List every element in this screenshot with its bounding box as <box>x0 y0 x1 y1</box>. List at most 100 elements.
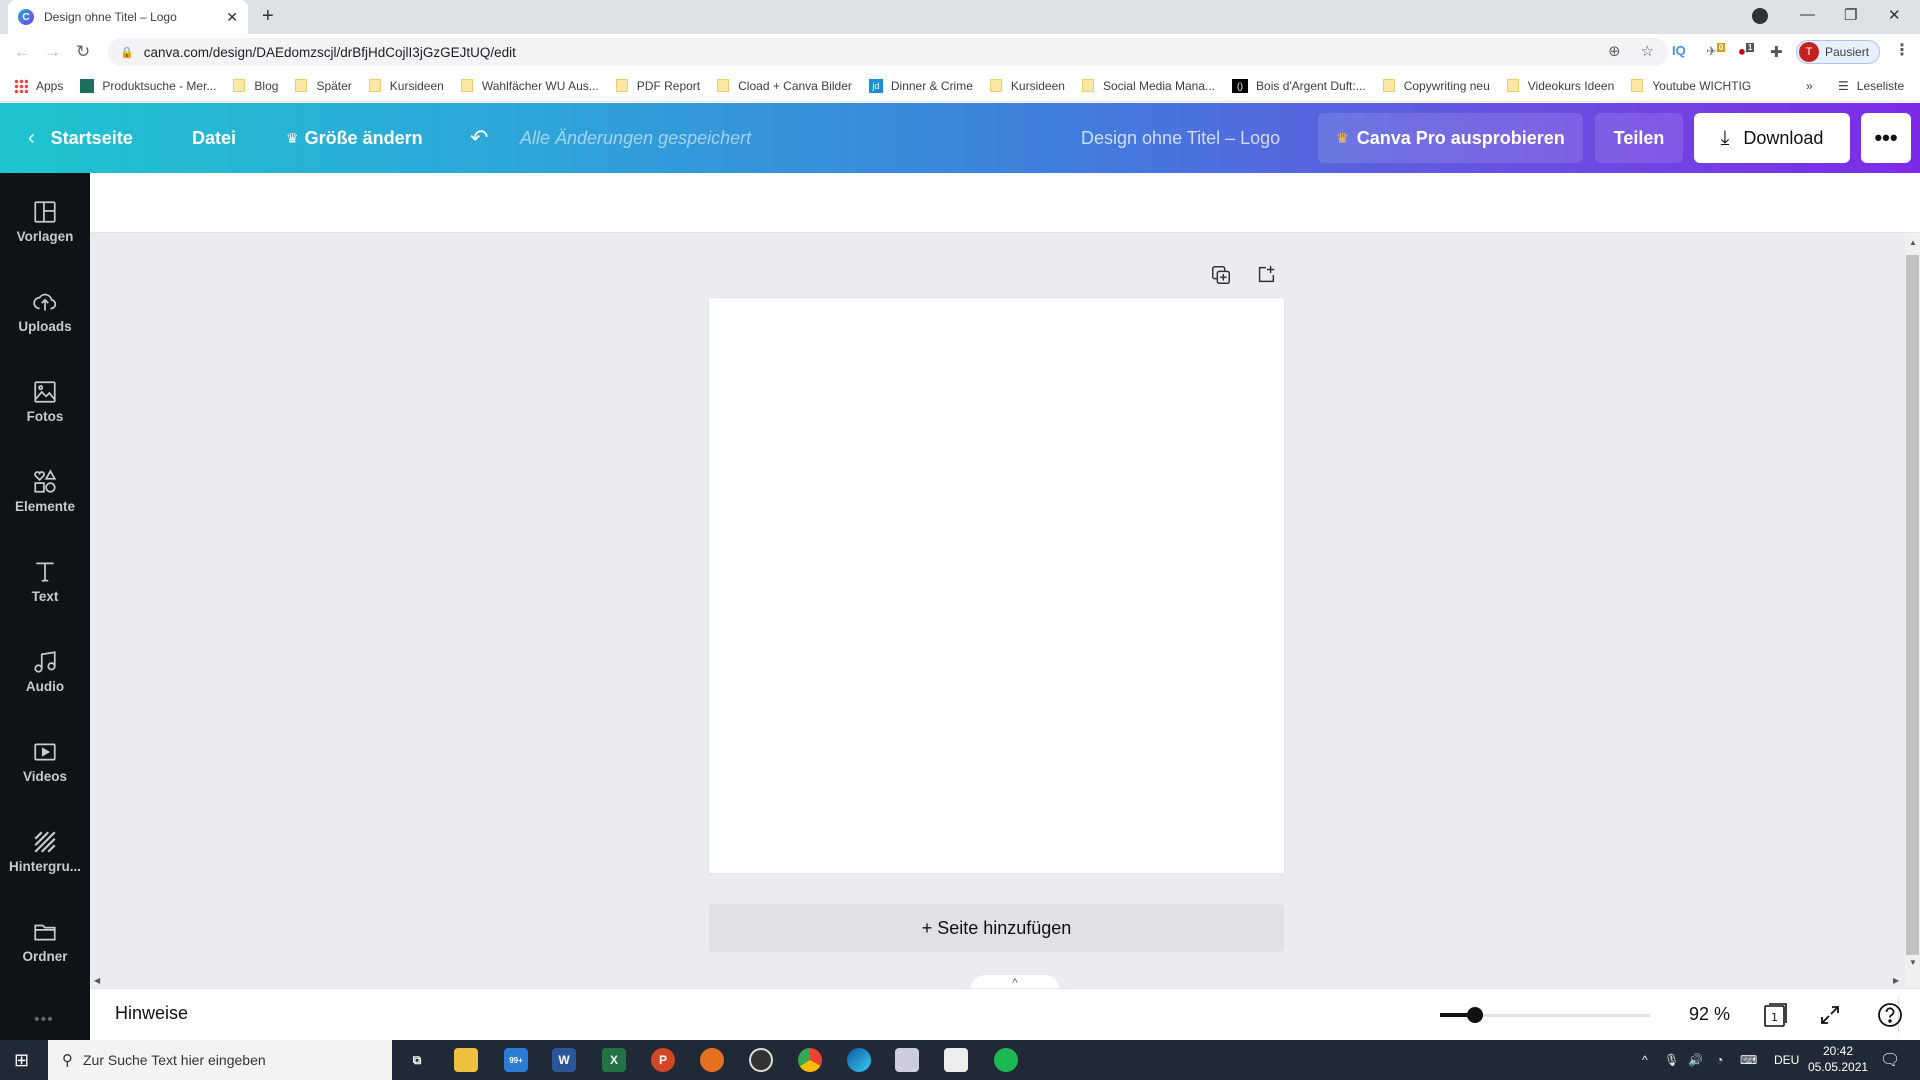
zoom-page-icon[interactable]: ⊕ <box>1608 42 1621 60</box>
edge-icon[interactable] <box>847 1048 871 1072</box>
profile-button[interactable]: T Pausiert <box>1796 40 1880 64</box>
bookmark-item[interactable]: Cload + Canva Bilder <box>717 79 852 93</box>
document-title[interactable]: Design ohne Titel – Logo <box>1081 103 1280 173</box>
add-page-button[interactable]: + Seite hinzufügen <box>709 904 1284 952</box>
taskbar-search-input[interactable]: ⚲ Zur Suche Text hier eingeben <box>48 1040 392 1080</box>
bookmark-star-icon[interactable]: ☆ <box>1641 42 1654 60</box>
page-grid-button[interactable]: 1 <box>1762 1001 1790 1029</box>
back-icon[interactable]: ← <box>14 42 31 62</box>
bookmark-item[interactable]: Produktsuche - Mer... <box>80 78 216 93</box>
undo-icon[interactable]: ↶ <box>470 103 488 173</box>
bookmark-item[interactable]: Copywriting neu <box>1382 79 1490 93</box>
bookmark-item[interactable]: () Bois d'Argent Duft:... <box>1232 78 1366 93</box>
reload-icon[interactable]: ↻ <box>76 42 90 62</box>
sidebar-item-audio[interactable]: Audio <box>0 631 90 711</box>
sidebar-item-label: Ordner <box>22 948 68 964</box>
add-page-icon[interactable] <box>1255 264 1277 286</box>
bookmark-label: Kursideen <box>389 78 444 93</box>
search-icon: ⚲ <box>62 1052 73 1069</box>
zoom-slider-handle[interactable] <box>1467 1007 1484 1023</box>
app-icon[interactable] <box>944 1048 968 1072</box>
bookmark-item[interactable]: Wahlfächer WU Aus... <box>460 79 599 93</box>
bookmark-label: Youtube WICHTIG <box>1652 78 1752 93</box>
new-tab-button[interactable]: + <box>262 5 274 28</box>
powerpoint-icon[interactable]: P <box>651 1048 675 1072</box>
word-icon[interactable]: W <box>552 1048 576 1072</box>
iq-extension-icon[interactable]: IQ <box>1672 43 1686 58</box>
zoom-level[interactable]: 92 % <box>1689 1004 1730 1025</box>
bookmark-item[interactable]: jd Dinner & Crime <box>868 78 973 93</box>
browser-tab-active[interactable]: C Design ohne Titel – Logo ✕ <box>8 0 248 34</box>
adblock-extension-icon[interactable]: ● 1 <box>1738 43 1755 58</box>
app-icon[interactable] <box>895 1048 919 1072</box>
minimize-icon[interactable]: — <box>1800 6 1815 23</box>
bookmarks-overflow-button[interactable]: » <box>1806 79 1813 93</box>
sidebar-item-uploads[interactable]: Uploads <box>0 271 90 351</box>
notes-button[interactable]: Hinweise <box>115 1003 188 1024</box>
bookmark-item[interactable]: Videokurs Ideen <box>1506 79 1614 93</box>
extensions-puzzle-icon[interactable]: ✚ <box>1770 43 1783 61</box>
taskbar-clock[interactable]: 20:42 05.05.2021 <box>1808 1043 1868 1075</box>
duplicate-page-icon[interactable] <box>1210 264 1232 286</box>
download-button[interactable]: ⤓ Download <box>1694 113 1850 163</box>
reading-list-button[interactable]: ☰ Leseliste <box>1838 79 1904 93</box>
wifi-icon[interactable]: ◔ <box>1716 1040 1723 1080</box>
scroll-down-icon[interactable]: ▼ <box>1909 958 1917 967</box>
spotify-icon[interactable] <box>994 1048 1018 1072</box>
bookmark-item[interactable]: Blog <box>233 79 278 93</box>
microphone-icon[interactable]: 🎙 <box>1664 1040 1679 1080</box>
scroll-right-icon[interactable]: ▶ <box>1893 976 1899 985</box>
close-window-icon[interactable]: ✕ <box>1888 6 1901 24</box>
input-language[interactable]: DEU <box>1774 1040 1799 1080</box>
chrome-menu-icon[interactable]: ⋮ <box>1894 40 1910 60</box>
windows-taskbar: ⊞ ⚲ Zur Suche Text hier eingeben ⧉ 99+ W… <box>0 1040 1920 1080</box>
close-tab-icon[interactable]: ✕ <box>226 9 238 26</box>
app-icon[interactable] <box>700 1048 724 1072</box>
fullscreen-icon[interactable] <box>1816 1001 1844 1029</box>
sidebar-item-label: Uploads <box>18 318 72 334</box>
more-options-button[interactable]: ••• <box>1861 113 1911 163</box>
bird-extension-icon[interactable]: ✈ 0 <box>1706 43 1726 59</box>
design-page[interactable] <box>709 298 1284 873</box>
bookmark-apps[interactable]: Apps <box>14 78 63 93</box>
sidebar-item-videos[interactable]: Videos <box>0 721 90 801</box>
bookmark-item[interactable]: Youtube WICHTIG <box>1631 79 1751 93</box>
bookmark-item[interactable]: Social Media Mana... <box>1081 79 1215 93</box>
keyboard-icon[interactable]: ⌨ <box>1740 1040 1757 1080</box>
sidebar-item-background[interactable]: Hintergru... <box>0 811 90 891</box>
resize-button[interactable]: ♛ Größe ändern <box>286 103 423 173</box>
task-view-icon[interactable]: ⧉ <box>405 1048 429 1072</box>
scroll-left-icon[interactable]: ◀ <box>94 976 100 985</box>
tab-search-icon[interactable] <box>1752 8 1768 24</box>
file-menu-button[interactable]: Datei <box>192 103 236 173</box>
obs-icon[interactable] <box>749 1048 773 1072</box>
mail-icon[interactable]: 99+ <box>504 1048 528 1072</box>
bookmark-item[interactable]: Kursideen <box>989 79 1065 93</box>
share-button[interactable]: Teilen <box>1595 113 1683 163</box>
bookmark-item[interactable]: PDF Report <box>615 79 700 93</box>
excel-icon[interactable]: X <box>602 1048 626 1072</box>
sidebar-item-folders[interactable]: Ordner <box>0 901 90 981</box>
sidebar-item-elements[interactable]: Elemente <box>0 451 90 531</box>
sidebar-item-photos[interactable]: Fotos <box>0 361 90 441</box>
sidebar-item-text[interactable]: Text <box>0 541 90 621</box>
try-canva-pro-button[interactable]: ♛ Canva Pro ausprobieren <box>1318 113 1583 163</box>
more-apps-button[interactable]: ••• <box>34 1011 54 1029</box>
notification-center-icon[interactable]: 🗨 <box>1880 1040 1900 1080</box>
windows-start-icon[interactable]: ⊞ <box>14 1050 29 1071</box>
scroll-up-icon[interactable]: ▲ <box>1909 238 1917 247</box>
restore-icon[interactable]: ❐ <box>1844 6 1857 24</box>
volume-icon[interactable]: 🔊 <box>1688 1040 1703 1080</box>
show-hidden-icons[interactable]: ^ <box>1642 1040 1648 1080</box>
bookmark-item[interactable]: Später <box>295 79 352 93</box>
file-explorer-icon[interactable] <box>454 1048 478 1072</box>
sidebar-item-label: Text <box>31 588 59 604</box>
bookmark-item[interactable]: Kursideen <box>368 78 444 93</box>
sidebar-item-templates[interactable]: Vorlagen <box>0 181 90 261</box>
address-bar[interactable]: 🔒 canva.com/design/DAEdomzscjl/drBfjHdCo… <box>108 38 1668 66</box>
forward-icon[interactable]: → <box>44 42 61 62</box>
home-button[interactable]: ‹ Startseite <box>28 103 133 173</box>
scrollbar-thumb[interactable] <box>1906 255 1919 955</box>
chrome-icon[interactable] <box>798 1048 822 1072</box>
help-icon[interactable] <box>1876 1001 1904 1029</box>
